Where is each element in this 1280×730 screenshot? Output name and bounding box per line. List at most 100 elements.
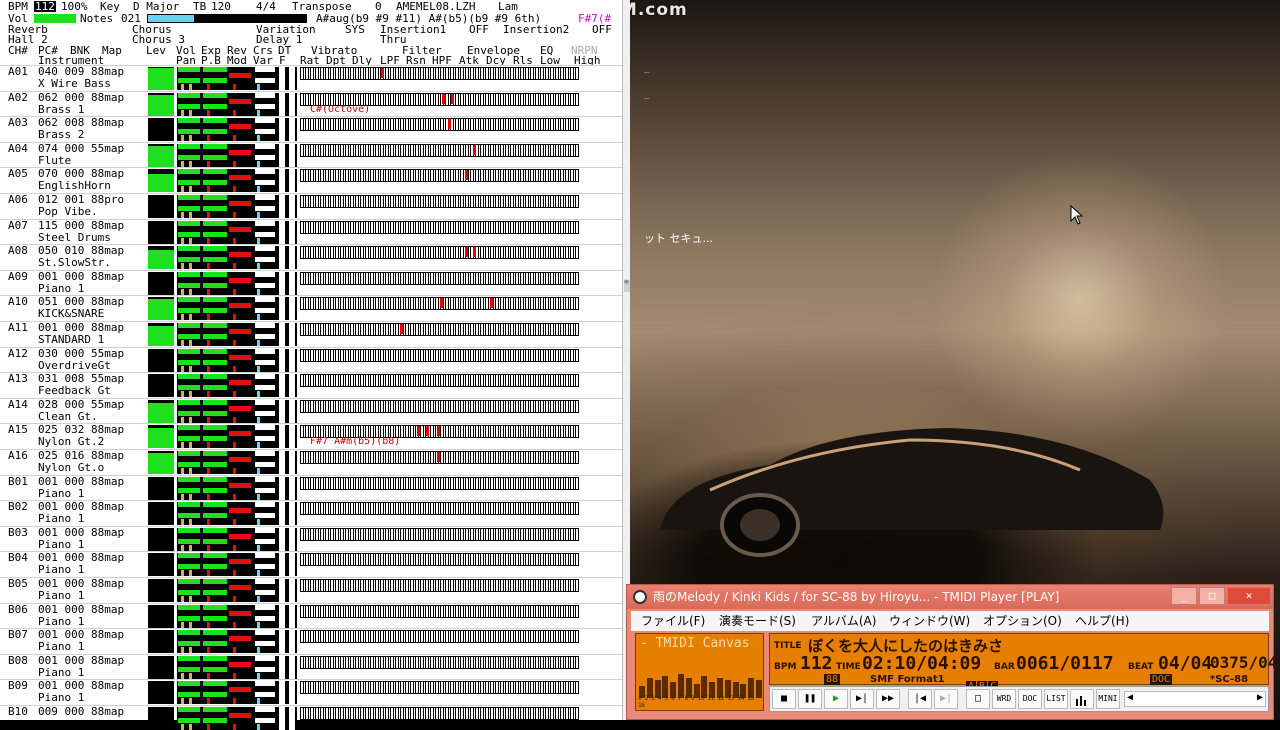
menu-play-mode[interactable]: 演奏モード(S) [719, 611, 796, 631]
mixer-bar [181, 365, 184, 372]
mixer-parameters [177, 297, 297, 321]
tmidi-canvas[interactable]: - TMIDI Canvas 1 2 3 4 5 6 7 8 9 10 11 1… [635, 633, 764, 711]
player-bpm-label: BPM [774, 662, 797, 672]
mixer-bar [257, 84, 260, 90]
channel-id: A07 [8, 218, 28, 232]
fast-forward-button[interactable]: ▶▶ [876, 689, 900, 709]
mixer-bar [257, 698, 260, 705]
mixer-bar [289, 681, 295, 705]
close-button[interactable]: ✕ [1227, 587, 1271, 605]
mixer-bar [178, 718, 200, 723]
stop-button[interactable]: ■ [772, 689, 796, 709]
mixer-bar [178, 666, 200, 672]
mixer-bar [257, 468, 260, 474]
channel-id: B02 [8, 500, 28, 514]
level-meter [148, 451, 174, 474]
mixer-bar [178, 246, 200, 252]
pause-button[interactable]: ❚❚ [798, 689, 822, 709]
maximize-button[interactable]: □ [1199, 587, 1225, 605]
mixer-bar [233, 160, 236, 167]
scrollbar-grip[interactable]: ≡ [624, 278, 630, 292]
step-forward-button[interactable]: ▶| [850, 689, 874, 709]
time-value: 02:10/04:09 [862, 653, 982, 674]
mixer-bar [178, 143, 200, 149]
mixer-bar [279, 655, 285, 679]
menu-album[interactable]: アルバム(A) [811, 611, 876, 631]
mixer-bar [279, 630, 285, 654]
list-button[interactable]: LIST [1044, 689, 1068, 709]
active-note [464, 247, 468, 258]
mixer-bar [203, 630, 227, 636]
mixer-bar [233, 314, 236, 321]
mixer-bar [203, 425, 227, 431]
mixer-bar [178, 180, 200, 186]
mixer-bar [233, 186, 236, 193]
piano-keyboard [300, 323, 579, 336]
mixer-bar [181, 135, 184, 142]
mixer-bar [207, 160, 210, 167]
mixer-bar [257, 237, 260, 244]
piano-keyboard [300, 348, 579, 362]
level-meter [148, 92, 174, 116]
mixer-bar [255, 451, 275, 456]
mixer-bar [178, 308, 200, 314]
mixer-bar [178, 103, 200, 109]
mixer-bar [203, 451, 227, 456]
vol-meter [34, 14, 76, 23]
mixer-bar [289, 323, 295, 346]
mixer-bar [203, 615, 227, 621]
mixer-bar [203, 297, 227, 303]
menu-file[interactable]: ファイル(F) [641, 611, 705, 631]
mixer-bar [178, 399, 200, 405]
mixer-bar [181, 442, 184, 449]
mixer-bar [257, 596, 260, 602]
mixer-bar [229, 405, 251, 411]
mixer-bar [229, 380, 251, 386]
program-info: 030 000 55map [38, 346, 125, 360]
mixer-parameters [177, 220, 297, 244]
previous-track-button[interactable]: |◀ [908, 689, 932, 709]
mixer-bar [203, 681, 227, 687]
window-toggle-button[interactable]: □ [966, 689, 990, 709]
mixer-bar [189, 519, 192, 526]
mixer-parameters [177, 527, 297, 551]
mini-button[interactable]: MINI [1096, 689, 1120, 709]
mixer-bar [255, 487, 275, 493]
mixer-bar [178, 707, 200, 712]
play-button[interactable]: ▶ [824, 689, 848, 709]
player-info-panel: TITLE ぼくを大人にしたのはきみさ BPM 112 TIME 02:10/0… [769, 633, 1280, 692]
mixer-bar [229, 661, 251, 667]
beat-label: BEAT [1128, 662, 1154, 672]
mixer-bar [255, 718, 275, 723]
active-note [472, 144, 476, 155]
menu-help[interactable]: ヘルプ(H) [1075, 611, 1129, 631]
mixer-bar [255, 692, 275, 698]
instrument-name: STANDARD 1 [38, 333, 105, 346]
doc-button[interactable]: DOC [1018, 689, 1042, 709]
mixer-bar [289, 297, 295, 321]
menu-window[interactable]: ウィンドウ(W) [889, 611, 970, 631]
menu-options[interactable]: オプション(O) [983, 611, 1062, 631]
mixer-bar [255, 655, 275, 661]
notes-label: Notes [80, 12, 114, 25]
seek-right-arrow-icon[interactable]: ▶ [1257, 692, 1263, 703]
mixer-parameters [177, 425, 297, 449]
piano-keyboard [300, 220, 579, 234]
mixer-bar [255, 590, 275, 595]
seek-bar[interactable]: ◀ ▶ [1124, 691, 1266, 707]
mixer-bar [178, 374, 200, 380]
mixer-bar [229, 226, 251, 232]
seek-left-arrow-icon[interactable]: ◀ [1127, 692, 1133, 703]
instrument-name: Feedback Gt [38, 384, 111, 398]
channel-id: B05 [8, 577, 28, 590]
active-note [447, 119, 451, 130]
minimize-button[interactable]: _ [1171, 587, 1197, 605]
spectrum-icon [1076, 696, 1086, 706]
mixer-bar [203, 169, 227, 175]
wrd-button[interactable]: WRD [992, 689, 1016, 709]
mixer-bar [178, 436, 200, 442]
time-label: TIME [836, 662, 861, 672]
spectrum-button[interactable] [1070, 689, 1094, 709]
next-track-button[interactable]: ▶| [934, 689, 958, 709]
mixer-bar [289, 527, 295, 551]
